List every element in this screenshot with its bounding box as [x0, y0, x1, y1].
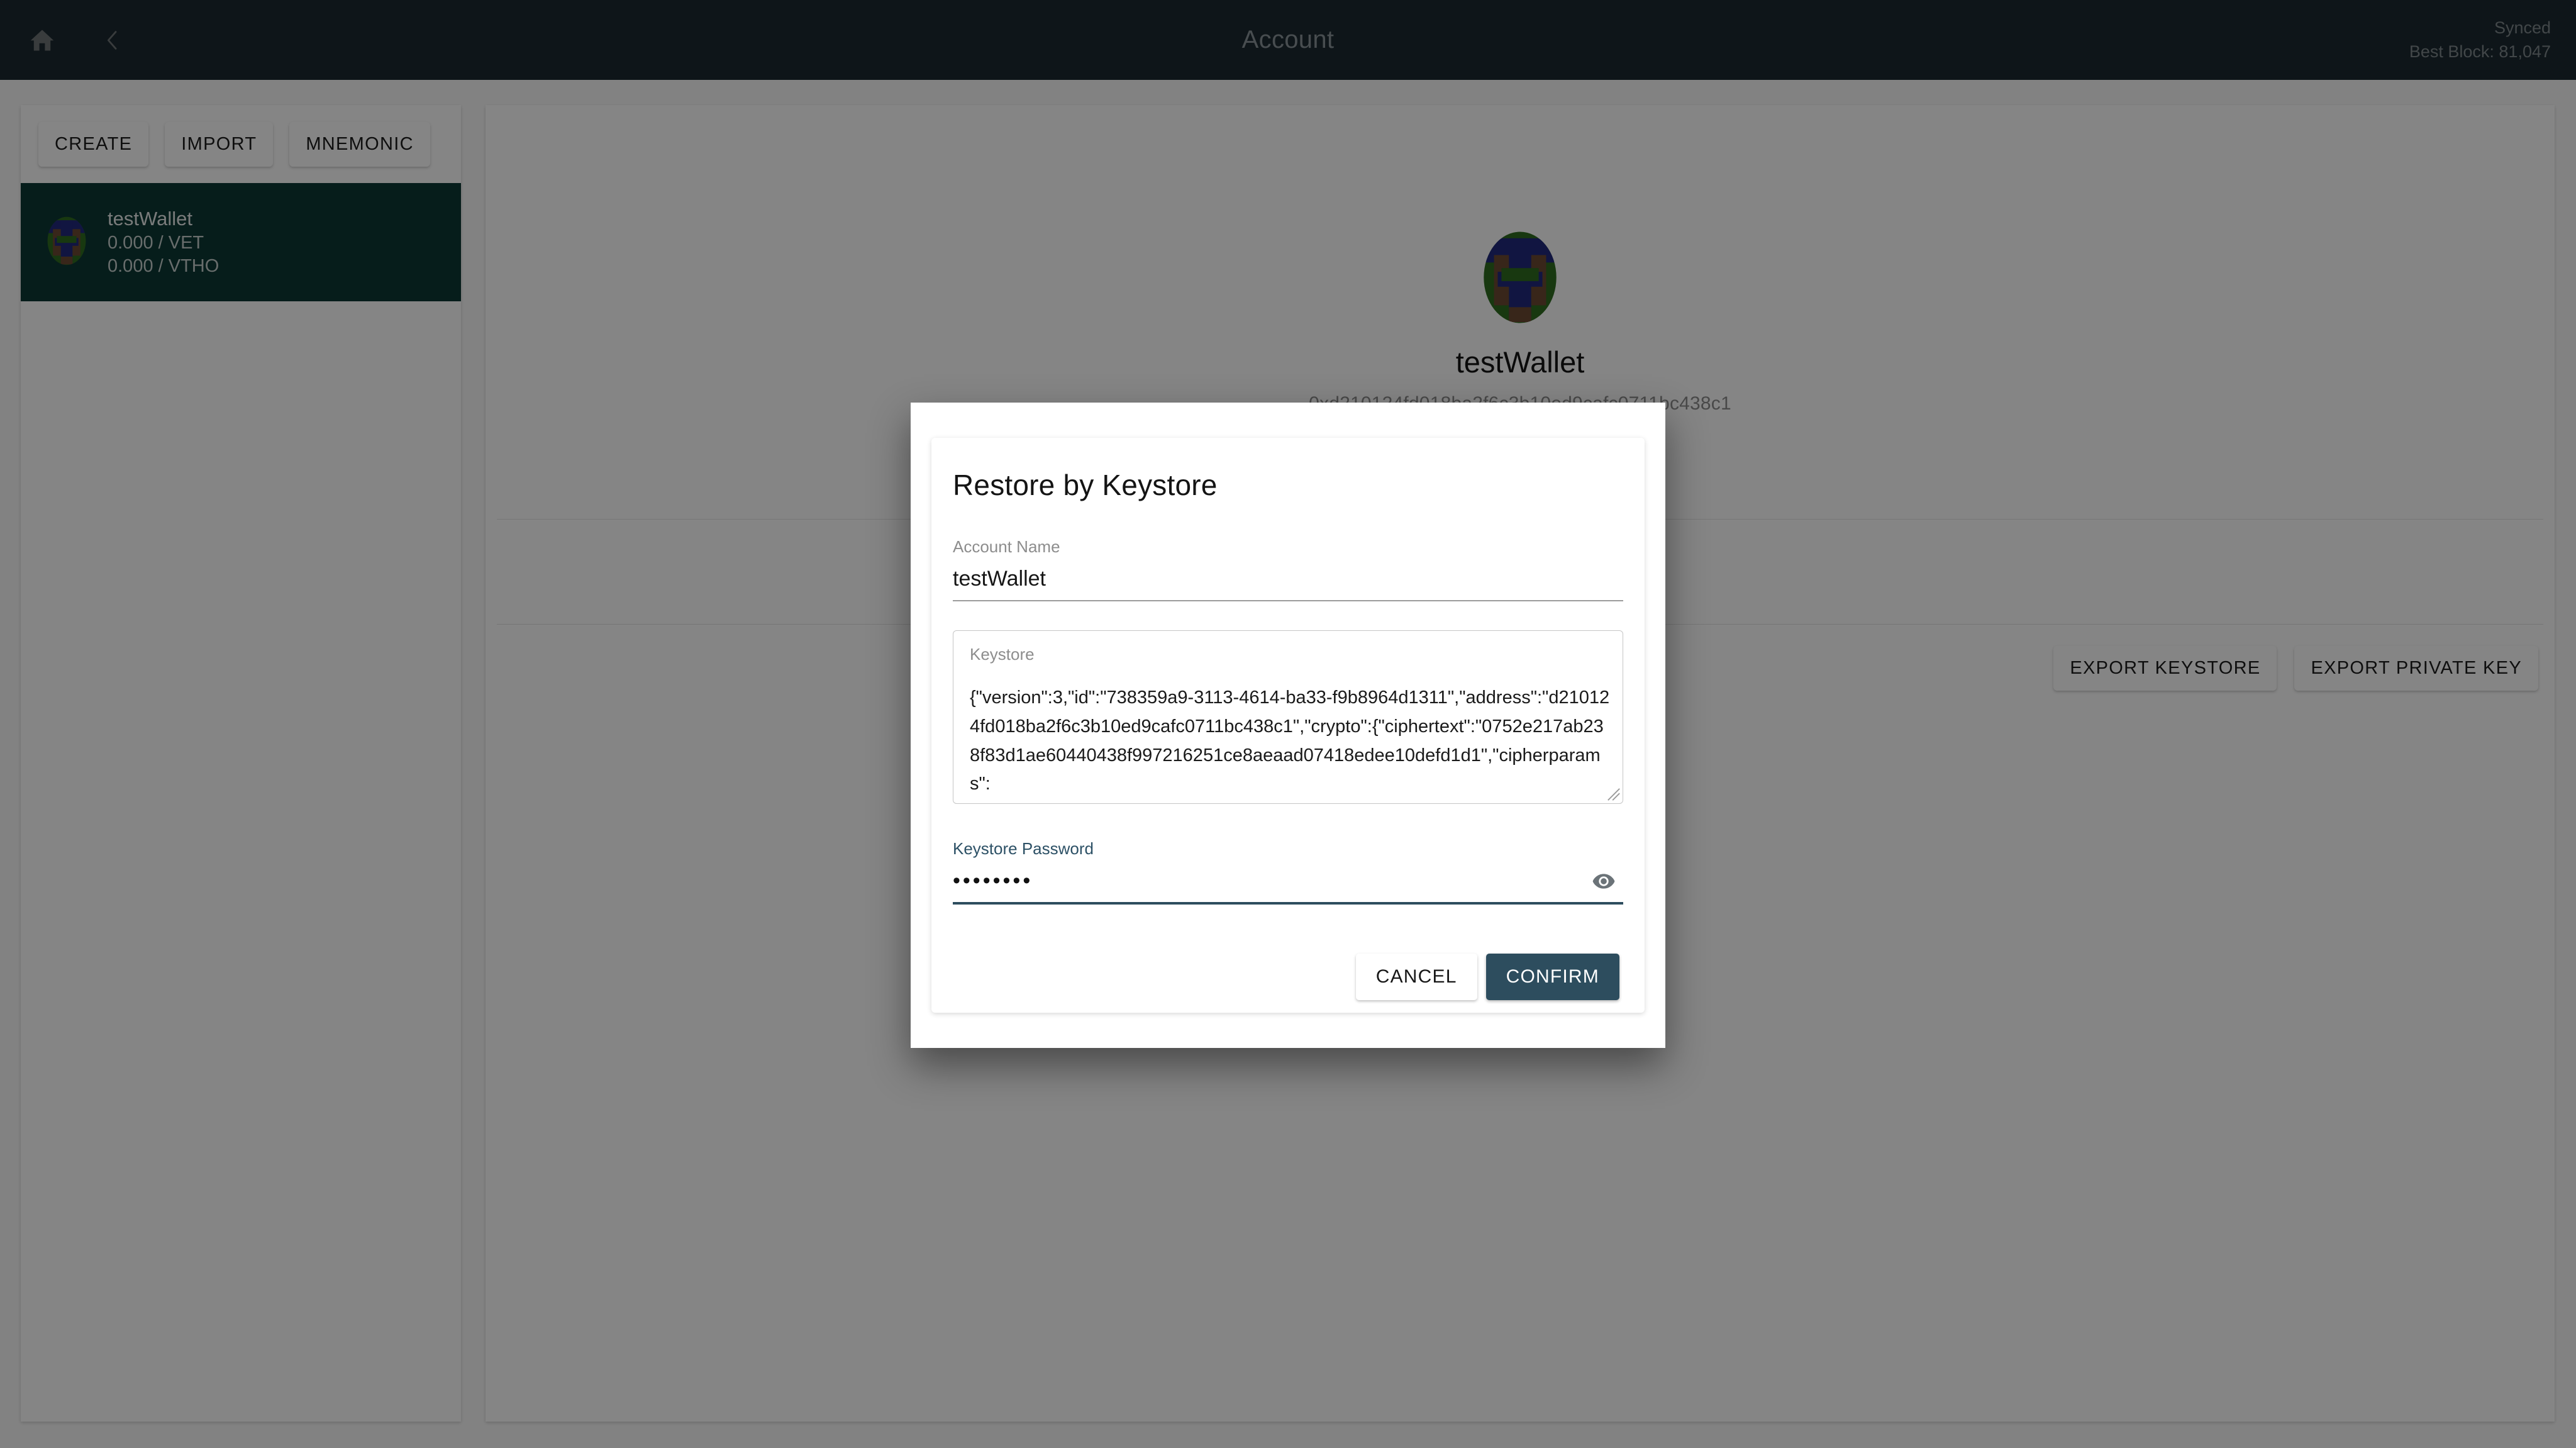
keystore-textarea[interactable]: Keystore {"version":3,"id":"738359a9-311…	[953, 630, 1623, 804]
dialog-panel: Restore by Keystore Account Name testWal…	[931, 438, 1645, 1013]
keystore-label: Keystore	[970, 645, 1035, 664]
dialog-action-bar: CANCEL CONFIRM	[953, 954, 1623, 1000]
toggle-password-visibility-button[interactable]	[1587, 868, 1621, 896]
keystore-password-field-group: Keystore Password ••••••••	[953, 839, 1623, 905]
app-root: Account Synced Best Block: 81,047 CREATE…	[0, 0, 2576, 1448]
eye-icon	[1591, 872, 1616, 893]
confirm-button[interactable]: CONFIRM	[1485, 954, 1619, 1000]
keystore-password-label: Keystore Password	[953, 839, 1094, 858]
keystore-value: {"version":3,"id":"738359a9-3113-4614-ba…	[970, 688, 1610, 794]
cancel-button[interactable]: CANCEL	[1355, 954, 1477, 1000]
restore-by-keystore-dialog: Restore by Keystore Account Name testWal…	[911, 403, 1665, 1048]
keystore-password-input[interactable]: ••••••••	[953, 869, 1623, 905]
account-name-label: Account Name	[953, 537, 1060, 556]
resize-handle-icon[interactable]	[1607, 788, 1621, 801]
account-name-input[interactable]: testWallet	[953, 567, 1623, 601]
dialog-title: Restore by Keystore	[953, 469, 1218, 501]
account-name-field-group: Account Name testWallet	[953, 537, 1623, 601]
